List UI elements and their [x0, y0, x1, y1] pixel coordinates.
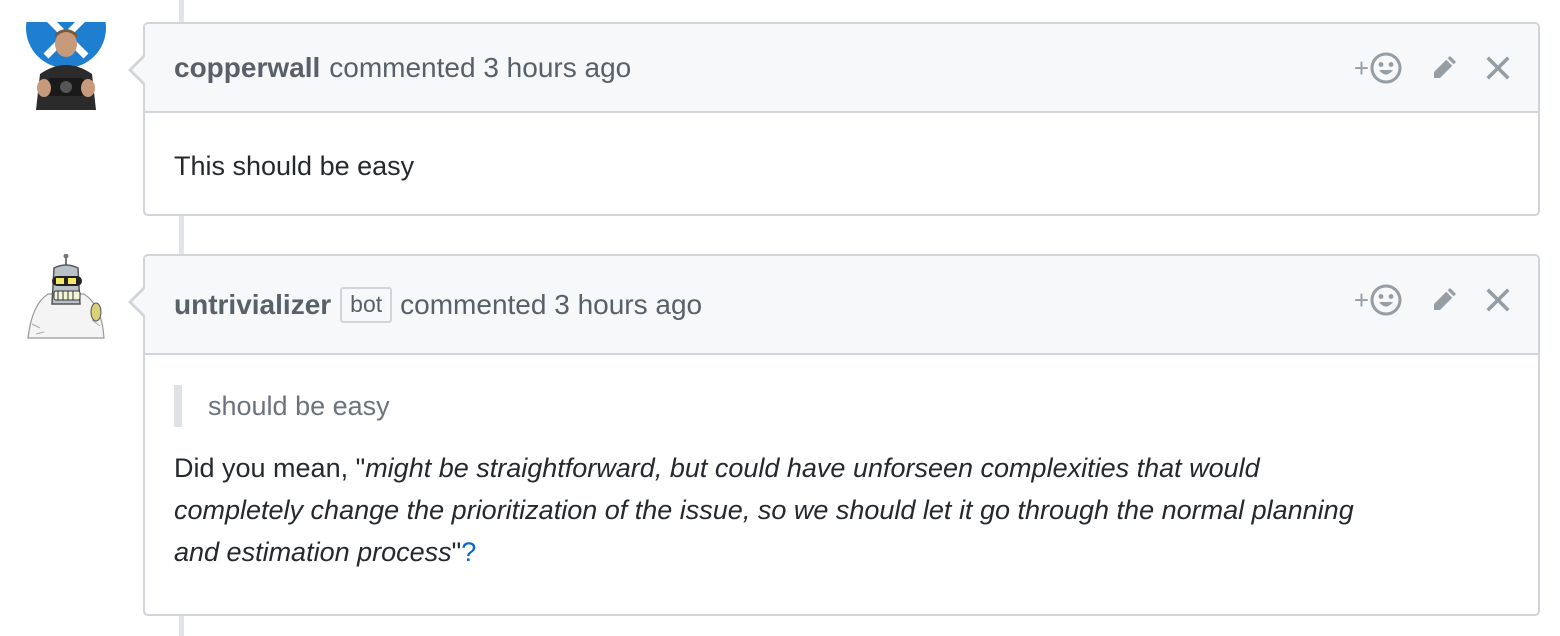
timeline-line-middle — [179, 216, 184, 254]
body-italic-line-2: completely change the prioritization of … — [174, 495, 1354, 525]
timeline-line-top — [179, 0, 184, 22]
comment-copperwall: copperwall commented 3 hours ago + This … — [128, 22, 1540, 216]
delete-comment-button[interactable] — [1486, 55, 1510, 80]
plus-icon: + — [1353, 52, 1369, 83]
plus-icon: + — [1353, 284, 1369, 315]
comment-author-link[interactable]: untrivializer — [174, 289, 331, 321]
avatar-copperwall[interactable] — [22, 22, 110, 110]
close-icon — [1486, 55, 1510, 80]
comment-actions: + — [1354, 24, 1510, 111]
delete-comment-button[interactable] — [1486, 287, 1510, 312]
comment-body: should be easy Did you mean, "might be s… — [145, 355, 1538, 573]
avatar-photo-icon — [22, 22, 110, 110]
smiley-icon — [1370, 52, 1402, 83]
comment-actions: + — [1354, 256, 1510, 343]
comment-line-3: and estimation process"? — [174, 531, 1498, 573]
question-link[interactable]: ? — [461, 537, 476, 567]
smiley-icon — [1370, 284, 1402, 315]
pencil-icon — [1434, 55, 1456, 78]
comment-header: untrivializer bot commented 3 hours ago … — [145, 256, 1538, 355]
comment-line-1: Did you mean, "might be straightforward,… — [174, 447, 1498, 489]
comment-body: This should be easy — [145, 113, 1538, 187]
avatar-untrivializer[interactable] — [22, 254, 110, 342]
blockquote: should be easy — [174, 385, 1498, 427]
body-prefix: Did you mean, " — [174, 453, 366, 483]
body-italic-line-1: might be straightforward, but could have… — [365, 453, 1260, 483]
add-reaction-button[interactable]: + — [1354, 284, 1402, 316]
robot-avatar-icon — [22, 254, 110, 342]
comment-line-2: completely change the prioritization of … — [174, 489, 1498, 531]
close-icon — [1486, 287, 1510, 312]
edit-comment-button[interactable] — [1429, 53, 1459, 83]
bot-badge: bot — [340, 286, 393, 323]
comment-timestamp[interactable]: commented 3 hours ago — [400, 289, 702, 321]
pencil-icon — [1434, 287, 1456, 310]
edit-comment-button[interactable] — [1429, 285, 1459, 315]
comment-untrivializer: untrivializer bot commented 3 hours ago … — [128, 254, 1540, 616]
add-reaction-button[interactable]: + — [1354, 52, 1402, 84]
body-italic-line-3: and estimation process — [174, 537, 452, 567]
comment-author-link[interactable]: copperwall — [174, 52, 320, 84]
comment-text: This should be easy — [174, 151, 415, 181]
comment-text: Did you mean, "might be straightforward,… — [174, 447, 1498, 573]
body-suffix: " — [451, 537, 462, 567]
comment-timestamp[interactable]: commented 3 hours ago — [329, 52, 631, 84]
timeline-line-bottom — [179, 616, 184, 636]
comment-header: copperwall commented 3 hours ago + — [145, 24, 1538, 113]
